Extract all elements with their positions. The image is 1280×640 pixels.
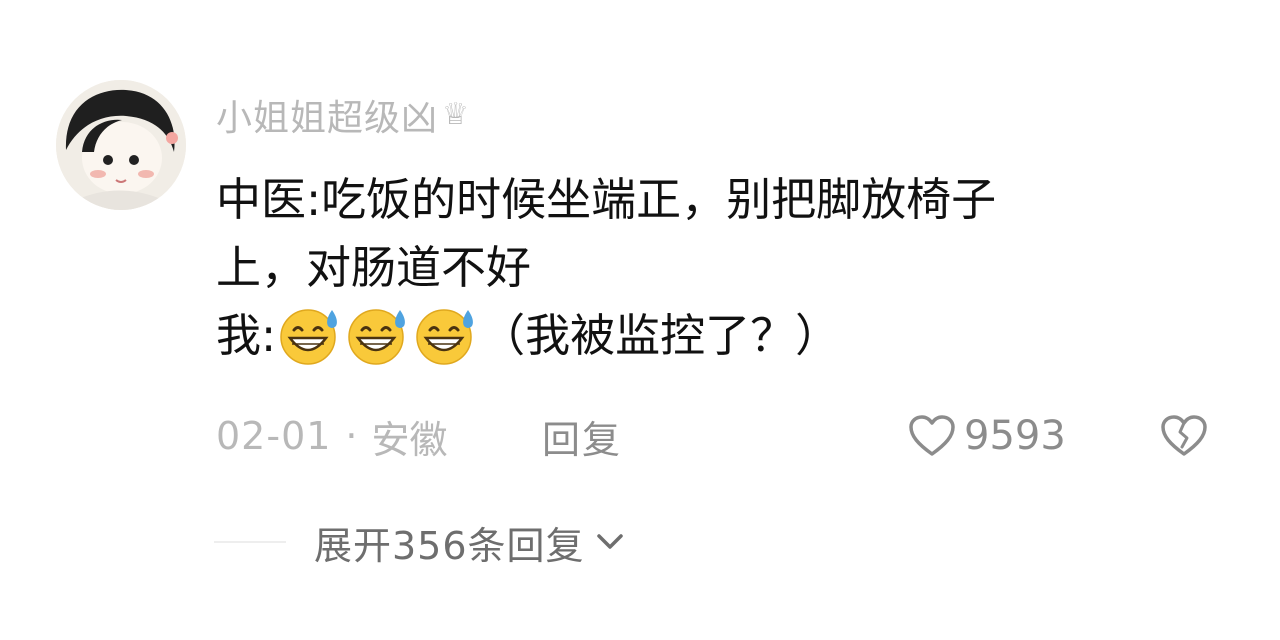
comment-line-2: 上，对肠道不好 (216, 241, 532, 294)
grinning-sweat-emoji-icon (416, 309, 474, 365)
like-count: 9593 (964, 413, 1066, 459)
avatar[interactable] (56, 80, 186, 210)
username[interactable]: 小姐姐超级凶 (216, 89, 438, 141)
chevron-down-icon (596, 534, 623, 549)
comment-line-3-suffix: （我被监控了？） (480, 309, 841, 362)
comment-line-3-prefix: 我: (216, 309, 277, 362)
avatar-image (56, 80, 186, 210)
emoji-group (276, 304, 480, 366)
reply-button[interactable]: 回复 (542, 409, 622, 464)
grinning-sweat-emoji-icon (280, 309, 338, 365)
expand-replies-button[interactable]: 展开356条回复 (314, 515, 625, 570)
comment-line-1: 中医:吃饭的时候坐端正，别把脚放椅子 (216, 173, 997, 226)
comment-meta: 02-01 · 安徽 回复 9593 (216, 408, 1216, 464)
crown-icon: ♕ (442, 97, 469, 132)
expand-replies-row: 展开356条回复 (214, 514, 625, 570)
meta-separator: · (345, 414, 358, 458)
expand-replies-label: 展开356条回复 (314, 523, 585, 568)
broken-heart-icon (1161, 415, 1207, 456)
comment-location: 安徽 (371, 417, 448, 462)
grinning-sweat-emoji-icon (348, 309, 406, 365)
like-button[interactable]: 9593 (908, 413, 1066, 459)
comment-line-3: 我: （我被监控了？） (216, 302, 1176, 370)
dislike-button[interactable] (1160, 414, 1208, 458)
comment-date: 02-01 (216, 414, 332, 458)
username-row: 小姐姐超级凶 ♕ (216, 89, 469, 141)
comment-text: 中医:吃饭的时候坐端正，别把脚放椅子 上，对肠道不好 我: （我被监控了？） (216, 166, 1176, 370)
divider (214, 541, 286, 543)
heart-outline-icon (909, 415, 955, 456)
